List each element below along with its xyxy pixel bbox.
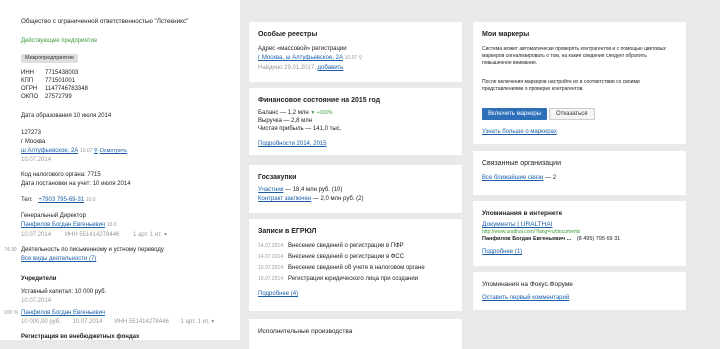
show-on-map-link[interactable]: Осмотреть (100, 148, 128, 154)
tax-code: Код налогового органа: 7715 (21, 172, 101, 178)
company-details-panel: Общество с ограниченной ответственностью… (0, 0, 240, 340)
special-registries-card: Особые реестры Адрес «массовой» регистра… (249, 22, 462, 82)
founders-title: Учредители (21, 276, 57, 282)
phone-label: Тел: (21, 197, 33, 203)
founder-inn: ИНН 551414278446 (114, 319, 169, 325)
goszakupki-title: Госзакупки (258, 174, 297, 181)
forum-title: Упоминания на Фокус.Форуме (482, 281, 573, 288)
address-date-short: 10.07 (79, 148, 94, 154)
egrul-text: Регистрация юридического лица при создан… (288, 276, 419, 282)
related-card: Связанные организации Все ближайшие связ… (473, 151, 686, 195)
director-info-icon: 10.0 (106, 222, 117, 228)
decline-button[interactable]: Отказаться (549, 108, 595, 120)
balance-delta: ▼ +100% (310, 110, 333, 116)
add-link[interactable]: добавить (318, 65, 344, 71)
egrul-date: 14.07.2014 (258, 243, 284, 249)
egrul-date: 10.07.2014 (258, 276, 284, 282)
director-title: Генеральный Директор (21, 213, 86, 219)
forum-card: Упоминания на Фокус.Форуме Оставить перв… (473, 272, 686, 310)
enforcement-card: Исполнительные производства (249, 319, 462, 349)
capital: Уставный капитал: 10 000 руб. (21, 289, 107, 295)
related-count: — 2 (543, 175, 557, 181)
related-title: Связанные организации (482, 160, 561, 167)
address-date: 10.07.2014 (21, 157, 52, 163)
egrul-text: Внесение сведений об учете в налоговом о… (288, 265, 425, 271)
founder-share: 10 000,00 руб. (21, 319, 61, 325)
side-time: 74:30 (4, 247, 17, 253)
finance-card: Финансовое состояние на 2015 год Баланс … (249, 88, 462, 155)
side-percent: 100 % (4, 310, 19, 316)
customer-link[interactable]: Контракт заключен (258, 196, 311, 202)
id-value: 27572799 (45, 94, 72, 100)
mass-address-link[interactable]: г Москва, ш Алтуфьевское, 2А (258, 55, 343, 61)
director-link[interactable]: Панфилов Богдан Евгеньевич (21, 222, 105, 228)
phone-link[interactable]: +7903 795-69-31 (38, 197, 84, 203)
id-label: ОГРН (21, 86, 38, 92)
address-street-link[interactable]: ш Алтуфьевское, 2А (21, 148, 78, 154)
pin-icon: ⚲ (358, 55, 363, 61)
egrul-card: Записи в ЕГРЮЛ 14.07.2014 Внесение сведен… (249, 219, 462, 311)
all-activities-link[interactable]: Все виды деятельности (7) (21, 256, 96, 262)
mention-person: Панфилов Богдан Евгеньевич ... (482, 236, 572, 242)
mention-doc-link[interactable]: Документы | URALTHAI (482, 221, 552, 228)
profit: Чистая прибыль — 141,0 тыс. (258, 126, 342, 132)
egrul-text: Внесение сведений о регистрации в ПФР (288, 243, 404, 249)
markers-title: Мои маркеры (482, 31, 530, 38)
director-links[interactable]: 1 арт. 1 ит. ▾ (133, 232, 167, 238)
company-status: Действующее предприятие (21, 38, 98, 44)
enable-markers-button[interactable]: Включить маркеры (482, 108, 548, 120)
mentions-more-link[interactable]: Подробнее (1) (482, 249, 522, 255)
markers-description-2: После включения маркеров настройте их в … (482, 79, 640, 92)
revenue: Выручка — 2,8 млн (258, 118, 313, 124)
director-inn: ИНН 551414278446 (64, 232, 120, 238)
mentions-card: Упоминания в интернете Документы | URALT… (473, 201, 686, 266)
main-activity: Деятельность по письменному и устному пе… (21, 247, 164, 253)
goszakupki-card: Госзакупки Участник — 18,4 млн руб. (10)… (249, 165, 462, 213)
id-value: 771501001 (45, 78, 76, 84)
mention-phone: (8 495) 795 69 31 (576, 236, 621, 242)
egrul-title: Записи в ЕГРЮЛ (258, 228, 317, 235)
egrul-date: 14.07.2014 (258, 254, 284, 260)
id-value: 7715438003 (45, 70, 79, 76)
markers-card: Мои маркеры Система может автоматически … (473, 22, 686, 144)
founder-date: 10.07.2014 (72, 319, 103, 325)
map-pin-icon[interactable]: ⚲ (94, 148, 98, 154)
enforcement-title: Исполнительные производства (258, 328, 353, 335)
id-value: 1147746783348 (45, 86, 88, 92)
egrul-date: 10.07.2014 (258, 265, 284, 271)
tax-date: Дата постановки на учет: 10 июля 2014 (21, 181, 131, 187)
founder-links[interactable]: 1 арт. 1 ит. ▾ (181, 319, 215, 325)
id-label: ИНН (21, 70, 34, 76)
mass-address-date: 10.07 (344, 55, 359, 61)
phone-date: 10.0 (85, 197, 96, 203)
markers-description: Система может автоматически проверять ко… (482, 46, 666, 66)
company-name: Общество с ограниченной ответственностью… (21, 18, 189, 25)
participant-link[interactable]: Участник (258, 187, 283, 193)
mass-address-label: Адрес «массовой» регистрации (258, 46, 347, 52)
registration-date: Дата образования 10 июля 2014 (21, 113, 112, 119)
participant-amount: — 18,4 млн руб. (10) (283, 187, 343, 193)
director-date: 10.07.2014 (21, 232, 52, 238)
related-link[interactable]: Все ближайшие связи (482, 175, 543, 181)
special-registries-title: Особые реестры (258, 31, 318, 38)
first-comment-link[interactable]: Оставить первый комментарий (482, 295, 569, 301)
address-city: г Москва (21, 139, 46, 145)
mentions-title: Упоминания в интернете (482, 210, 563, 217)
id-label: ОКПО (21, 94, 39, 100)
finance-title: Финансовое состояние на 2015 год (258, 97, 381, 104)
id-label: КПП (21, 78, 34, 84)
learn-markers-link[interactable]: Узнать больше о маркерах (482, 129, 557, 135)
ids-block: ИНН 7715438003 КПП 771501001 ОГРН 114774678… (21, 70, 88, 101)
balance: Баланс — 1,2 млн (258, 110, 309, 116)
capital-date: 10.07.2014 (21, 298, 52, 304)
egrul-more-link[interactable]: Подробнее (4) (258, 291, 298, 297)
finance-details-link[interactable]: Подробности 2014, 2015 (258, 141, 327, 147)
customer-amount: — 2,0 млн руб. (2) (311, 196, 364, 202)
founder-link[interactable]: Панфилов Богдан Евгеньевич (21, 310, 105, 316)
egrul-text: Внесение сведений о регистрации в ФСС (288, 254, 405, 260)
address-zip: 127273 (21, 130, 42, 136)
size-badge: Микропредприятие (21, 54, 79, 63)
found-note: Найдено 29.01.2017, (258, 65, 318, 71)
mention-url: http://www.uralthai.com/?lang=ru/documen… (482, 229, 581, 235)
